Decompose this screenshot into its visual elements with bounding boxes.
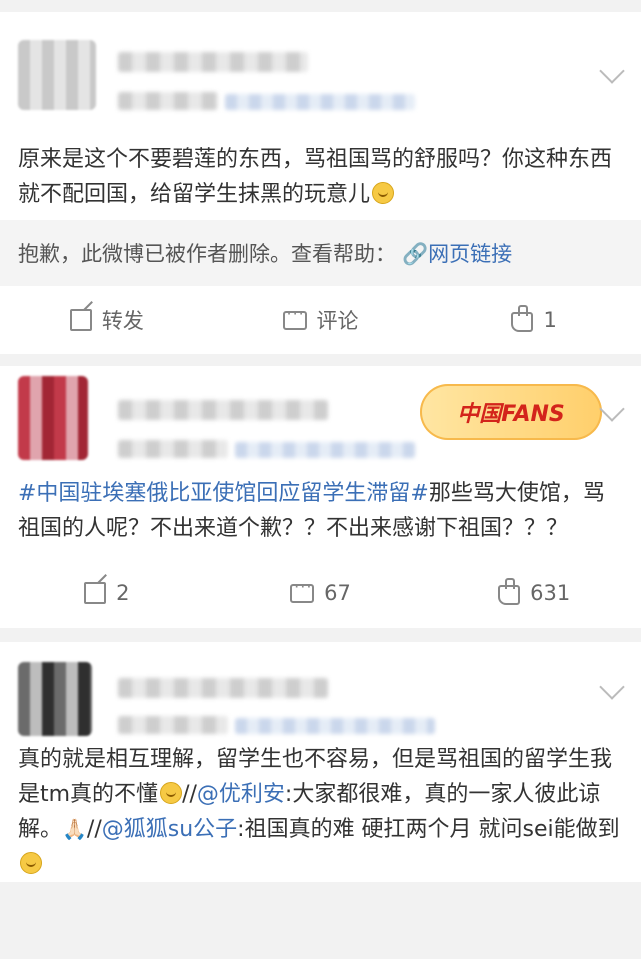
avatar[interactable] — [18, 662, 92, 736]
source-blurred — [235, 718, 435, 734]
repost-separator: // — [86, 817, 102, 842]
web-link-label[interactable]: 网页链接 — [428, 242, 512, 266]
username-blurred[interactable] — [118, 678, 328, 698]
mention-link[interactable]: @狐狐su公子 — [102, 817, 237, 842]
thumbs-up-icon — [498, 578, 521, 605]
praying-hands-icon: 🙏🏻 — [62, 817, 87, 841]
top-gap — [0, 0, 641, 12]
post-card-1[interactable]: 原来是这个不要碧莲的东西，骂祖国骂的舒服吗？你这种东西就不配回国，给留学生抹黑的… — [0, 12, 641, 354]
divider-gap — [0, 628, 641, 642]
post-header: 中国FANS — [0, 366, 641, 476]
post-actions: 2 67 631 — [0, 558, 641, 628]
like-count: 1 — [543, 308, 557, 332]
like-count: 631 — [530, 581, 571, 605]
post-text: 原来是这个不要碧莲的东西，骂祖国骂的舒服吗？你这种东西就不配回国，给留学生抹黑的… — [0, 108, 641, 212]
comment-button[interactable]: 评论 — [214, 304, 428, 335]
smile-emoji-icon — [20, 852, 42, 874]
comment-button[interactable]: 67 — [214, 577, 428, 605]
deleted-notice: 抱歉，此微博已被作者删除。查看帮助： 🔗网页链接 — [0, 220, 641, 286]
repost-icon — [84, 582, 107, 604]
source-blurred — [225, 94, 415, 110]
comment-count: 67 — [324, 581, 351, 605]
comment-label: 评论 — [316, 309, 359, 333]
chevron-down-icon[interactable] — [599, 674, 625, 700]
username-blurred[interactable] — [118, 400, 328, 420]
post-card-3[interactable]: 真的就是相互理解，留学生也不容易，但是骂祖国的留学生我是tm真的不懂//@优利安… — [0, 642, 641, 882]
meta-blurred — [118, 92, 218, 110]
china-fans-badge[interactable]: 中国FANS — [420, 384, 602, 440]
post-card-2[interactable]: 中国FANS #中国驻埃塞俄比亚使馆回应留学生滞留#那些骂大使馆，骂祖国的人呢？… — [0, 366, 641, 628]
chevron-down-icon[interactable] — [599, 58, 625, 84]
username-blurred[interactable] — [118, 52, 308, 72]
smile-emoji-icon — [160, 782, 183, 804]
post-text: 真的就是相互理解，留学生也不容易，但是骂祖国的留学生我是tm真的不懂//@优利安… — [0, 742, 641, 882]
like-button[interactable]: 1 — [427, 305, 641, 332]
avatar[interactable] — [18, 376, 88, 460]
post-header — [0, 12, 641, 110]
post-header — [0, 642, 641, 742]
comment-icon — [290, 577, 315, 603]
like-button[interactable]: 631 — [427, 578, 641, 605]
repost-label: 转发 — [101, 309, 144, 333]
post-text: #中国驻埃塞俄比亚使馆回应留学生滞留#那些骂大使馆，骂祖国的人呢？不出来道个歉？… — [0, 476, 641, 558]
repost-count: 2 — [116, 581, 130, 605]
chevron-down-icon[interactable] — [599, 396, 625, 422]
post-actions: 转发 评论 1 — [0, 286, 641, 354]
topic-link[interactable]: #中国驻埃塞俄比亚使馆回应留学生滞留# — [18, 481, 429, 506]
meta-blurred — [118, 440, 228, 458]
thumbs-up-icon — [511, 305, 534, 332]
repost-button[interactable]: 2 — [0, 581, 214, 605]
repost-icon — [69, 309, 92, 331]
divider-gap — [0, 354, 641, 366]
web-link[interactable]: 🔗网页链接 — [402, 238, 512, 268]
repost-button[interactable]: 转发 — [0, 305, 214, 335]
repost-separator: // — [182, 782, 197, 807]
mention-link[interactable]: @优利安 — [197, 782, 285, 807]
source-blurred — [235, 442, 415, 458]
avatar[interactable] — [18, 40, 96, 110]
badge-label: 中国FANS — [457, 402, 565, 427]
meta-blurred — [118, 716, 228, 734]
comment-icon — [282, 304, 307, 330]
smile-emoji-icon — [372, 182, 395, 204]
deleted-notice-text: 抱歉，此微博已被作者删除。查看帮助： — [18, 242, 396, 266]
post-text-body: 原来是这个不要碧莲的东西，骂祖国骂的舒服吗？你这种东西就不配回国，给留学生抹黑的… — [18, 147, 613, 207]
post-text-part: :祖国真的难 硬扛两个月 就问sei能做到 — [237, 817, 620, 842]
